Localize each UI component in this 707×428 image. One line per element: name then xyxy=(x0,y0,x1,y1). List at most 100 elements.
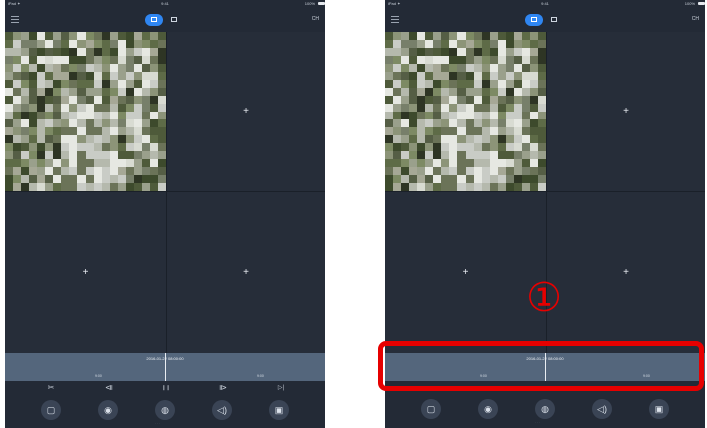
status-battery-text: 100% xyxy=(304,1,315,6)
gallery-icon[interactable]: ▣ xyxy=(649,399,669,419)
video-cell-2[interactable]: + xyxy=(167,32,325,191)
status-bar: iPad ✦ 9:41 100% xyxy=(385,0,705,8)
grid-1-icon[interactable] xyxy=(165,14,183,26)
video-pixel xyxy=(537,167,546,176)
channel-label[interactable]: CH xyxy=(692,16,699,22)
video-pixel xyxy=(157,127,166,136)
video-pixel xyxy=(157,135,166,144)
footer-hint: · · · xyxy=(155,421,160,425)
video-pixel xyxy=(537,111,546,120)
prev-frame-icon[interactable]: ⧏ xyxy=(103,383,115,393)
timeline-tick: 9:00 xyxy=(95,374,102,378)
video-pixel xyxy=(537,103,546,112)
video-cell-3[interactable]: + xyxy=(385,192,546,353)
video-feed xyxy=(5,32,166,191)
pause-icon[interactable]: ❙❙ xyxy=(160,383,172,393)
battery-icon xyxy=(698,2,705,5)
video-pixel xyxy=(157,119,166,128)
video-pixel xyxy=(157,103,166,112)
status-carrier: iPad ✦ xyxy=(8,1,21,6)
add-icon[interactable]: + xyxy=(83,267,89,278)
audio-icon[interactable]: ◁) xyxy=(592,399,612,419)
video-cell-1[interactable] xyxy=(5,32,166,191)
grid-1-icon[interactable] xyxy=(545,14,563,26)
video-cell-2[interactable]: + xyxy=(547,32,705,191)
add-icon[interactable]: + xyxy=(623,267,629,278)
add-icon[interactable]: + xyxy=(463,267,469,278)
annotation-number: ① xyxy=(526,275,562,321)
grid-divider xyxy=(385,191,705,192)
menu-icon[interactable] xyxy=(391,16,399,23)
record-icon[interactable]: ▢ xyxy=(421,399,441,419)
status-bar: iPad ✦ 9:41 100% xyxy=(5,0,325,8)
add-icon[interactable]: + xyxy=(623,106,629,117)
gallery-icon[interactable]: ▣ xyxy=(269,400,289,420)
video-pixel xyxy=(157,183,166,191)
video-pixel xyxy=(157,79,166,88)
grid-divider xyxy=(5,191,325,192)
menu-icon[interactable] xyxy=(11,16,19,23)
video-pixel xyxy=(537,79,546,88)
timeline[interactable]: 2016-01-22 08:00:00 9:00 9:00 xyxy=(5,353,325,381)
grid-4-icon[interactable] xyxy=(145,14,163,26)
playback-icon[interactable]: ◍ xyxy=(535,399,555,419)
video-feed xyxy=(385,32,546,191)
video-pixel xyxy=(157,151,166,160)
video-pixel xyxy=(157,32,166,40)
video-pixel xyxy=(157,63,166,72)
skip-end-icon[interactable]: ▷| xyxy=(275,383,287,393)
video-cell-4[interactable]: + xyxy=(547,192,705,353)
video-pixel xyxy=(537,151,546,160)
video-pixel xyxy=(537,87,546,96)
snapshot-icon[interactable]: ◉ xyxy=(478,399,498,419)
action-bar: ▢ ◉ ◍ ◁) ▣ · · · xyxy=(5,397,325,428)
video-pixel xyxy=(537,47,546,56)
add-icon[interactable]: + xyxy=(243,106,249,117)
video-pixel xyxy=(537,175,546,184)
timeline-tick: 9:00 xyxy=(257,374,264,378)
video-pixel xyxy=(537,95,546,104)
video-pixel xyxy=(157,39,166,48)
video-cell-4[interactable]: + xyxy=(167,192,325,353)
video-pixel xyxy=(157,159,166,168)
footer-hint: · · · xyxy=(535,420,540,424)
layout-toggle[interactable] xyxy=(525,14,565,26)
video-pixel xyxy=(537,39,546,48)
annotation-highlight-box xyxy=(378,341,704,391)
video-pixel xyxy=(157,95,166,104)
video-pixel xyxy=(157,111,166,120)
video-pixel xyxy=(537,143,546,152)
video-cell-3[interactable]: + xyxy=(5,192,166,353)
playback-controls: ✂ ⧏ ❙❙ ⧐ ▷| xyxy=(5,381,325,395)
status-time: 9:41 xyxy=(161,1,169,6)
video-pixel xyxy=(537,135,546,144)
battery-icon xyxy=(318,2,325,5)
video-pixel xyxy=(157,71,166,80)
video-pixel xyxy=(537,183,546,191)
layout-toggle[interactable] xyxy=(145,14,185,26)
grid-4-icon[interactable] xyxy=(525,14,543,26)
snapshot-icon[interactable]: ◉ xyxy=(98,400,118,420)
add-icon[interactable]: + xyxy=(243,267,249,278)
cut-icon[interactable]: ✂ xyxy=(45,383,57,393)
video-pixel xyxy=(537,63,546,72)
record-icon[interactable]: ▢ xyxy=(41,400,61,420)
timeline-cursor[interactable] xyxy=(165,353,166,381)
audio-icon[interactable]: ◁) xyxy=(212,400,232,420)
video-pixel xyxy=(537,32,546,40)
grid-divider xyxy=(166,32,167,353)
action-bar: ▢ ◉ ◍ ◁) ▣ · · · xyxy=(385,396,705,427)
status-carrier: iPad ✦ xyxy=(388,1,401,6)
video-pixel xyxy=(537,119,546,128)
video-pixel xyxy=(537,55,546,64)
video-cell-1[interactable] xyxy=(385,32,546,191)
channel-label[interactable]: CH xyxy=(312,16,319,22)
next-frame-icon[interactable]: ⧐ xyxy=(217,383,229,393)
video-pixel xyxy=(537,71,546,80)
video-pixel xyxy=(157,143,166,152)
video-pixel xyxy=(157,47,166,56)
video-pixel xyxy=(157,175,166,184)
video-pixel xyxy=(157,87,166,96)
status-battery-text: 100% xyxy=(684,1,695,6)
playback-icon[interactable]: ◍ xyxy=(155,400,175,420)
